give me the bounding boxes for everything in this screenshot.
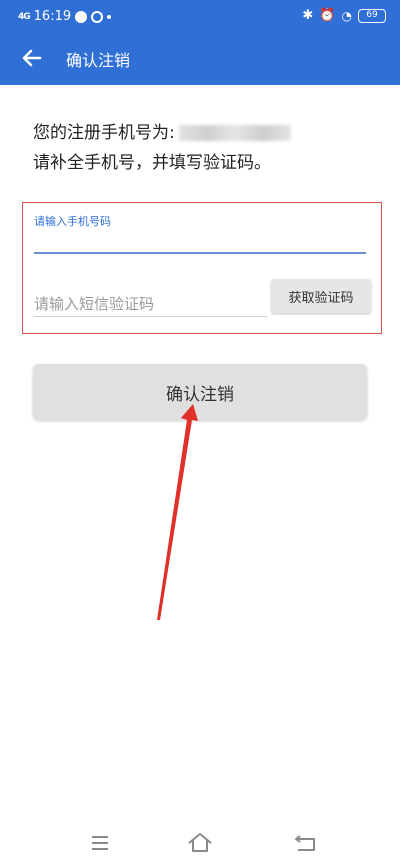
message-icon: [91, 10, 104, 23]
battery-indicator: 69: [358, 8, 386, 23]
status-right: ✱ ⏰ ◔ 69: [302, 8, 386, 23]
status-bar: 4G 16:19 ✱ ⏰ ◔ 69: [0, 0, 400, 34]
page-title: 确认注销: [66, 51, 131, 70]
home-icon[interactable]: [182, 826, 218, 860]
more-notifications-icon: [107, 14, 112, 19]
verification-form: 请输入手机号码 获取验证码: [22, 202, 382, 334]
clock: 16:19: [33, 9, 72, 24]
phone-field-label: 请输入手机号码: [34, 215, 111, 228]
registered-phone-label: 您的注册手机号为:: [33, 123, 175, 143]
wifi-icon: ◔: [341, 8, 352, 23]
arrow-left-icon[interactable]: [18, 44, 46, 72]
info-text: 您的注册手机号为: 请补全手机号，并填写验证码。: [33, 118, 291, 178]
registered-phone-row: 您的注册手机号为:: [33, 118, 291, 148]
signal-indicator: 4G: [18, 11, 31, 22]
back-icon[interactable]: [288, 826, 324, 860]
menu-icon[interactable]: [82, 826, 118, 860]
bluetooth-icon: ✱: [302, 8, 314, 23]
get-code-button[interactable]: 获取验证码: [271, 279, 371, 313]
system-nav-bar: [0, 820, 400, 866]
notification-icon: [75, 10, 88, 23]
masked-phone-number: [178, 125, 291, 141]
status-left: 4G 16:19: [18, 9, 112, 24]
instruction-text: 请补全手机号，并填写验证码。: [33, 153, 271, 173]
sms-code-input[interactable]: [34, 291, 267, 317]
app-bar: 确认注销: [0, 34, 400, 85]
confirm-cancel-account-button[interactable]: 确认注销: [33, 364, 367, 420]
alarm-icon: ⏰: [319, 8, 336, 23]
top-bar: 4G 16:19 ✱ ⏰ ◔ 69 确认注销: [0, 0, 400, 85]
phone-input[interactable]: [34, 229, 366, 254]
